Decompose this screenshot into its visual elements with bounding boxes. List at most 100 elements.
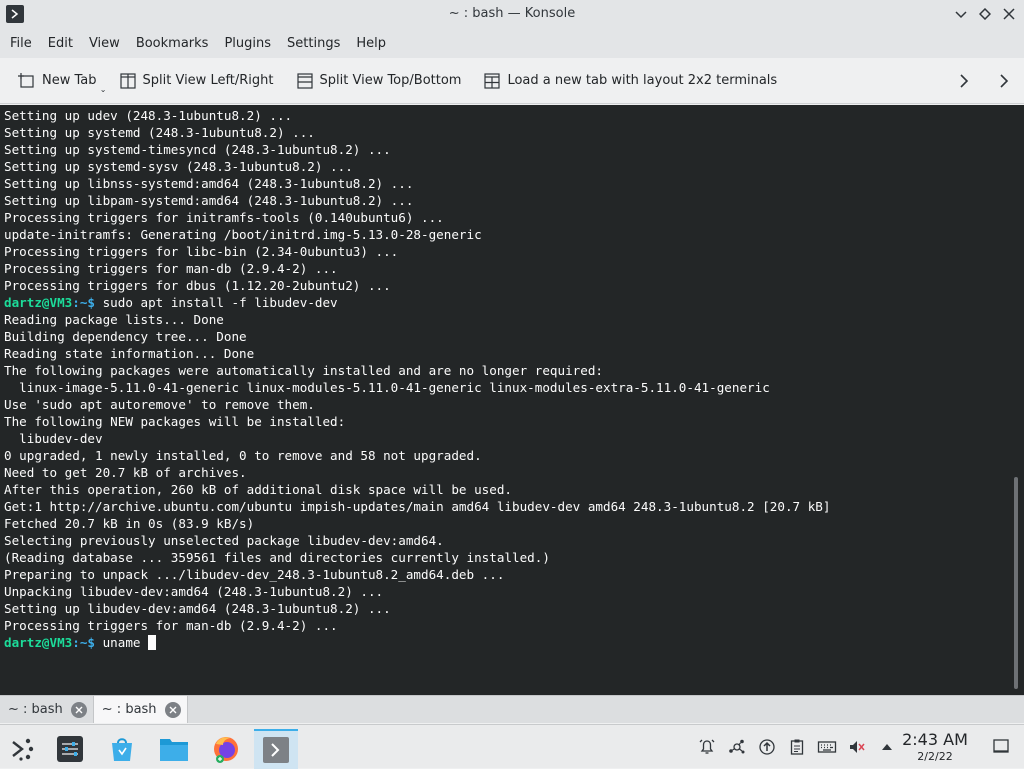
- terminal-line-text: Setting up libpam-systemd:amd64 (248.3-1…: [4, 193, 414, 208]
- chevron-right-icon: [1000, 74, 1009, 88]
- show-desktop-icon: [993, 739, 1009, 753]
- updates-tray[interactable]: [752, 725, 782, 769]
- terminal-line-text: (Reading database ... 359561 files and d…: [4, 550, 550, 565]
- terminal-output-line: (Reading database ... 359561 files and d…: [4, 549, 1008, 566]
- terminal-line-text: Selecting previously unselected package …: [4, 533, 444, 548]
- tab-close-button[interactable]: [164, 701, 181, 718]
- close-icon: [1003, 8, 1015, 20]
- terminal-output-line: Need to get 20.7 kB of archives.: [4, 464, 1008, 481]
- kde-connect-tray[interactable]: [722, 725, 752, 769]
- network-devices-icon: [729, 739, 745, 754]
- layout-2x2-button[interactable]: Load a new tab with layout 2x2 terminals: [479, 66, 781, 96]
- diamond-icon: [979, 8, 991, 20]
- show-desktop-button[interactable]: [992, 737, 1010, 755]
- title-bar[interactable]: ~ : bash — Konsole: [0, 0, 1024, 30]
- chevron-up-icon: [882, 744, 892, 750]
- clipboard-tray[interactable]: [782, 725, 812, 769]
- menu-edit[interactable]: Edit: [40, 30, 81, 58]
- toolbar-overflow-button[interactable]: [944, 58, 984, 104]
- toolbar-more-button[interactable]: [984, 58, 1024, 104]
- menu-file[interactable]: File: [2, 30, 40, 58]
- prompt-symbol: $: [87, 635, 96, 650]
- terminal-line-text: Use 'sudo apt autoremove' to remove them…: [4, 397, 315, 412]
- terminal-line-text: Setting up libnss-systemd:amd64 (248.3-1…: [4, 176, 414, 191]
- tab-close-button[interactable]: [70, 701, 87, 718]
- prompt-user: dartz@VM3: [4, 635, 73, 650]
- terminal-output-line: 0 upgraded, 1 newly installed, 0 to remo…: [4, 447, 1008, 464]
- prompt-symbol: $: [87, 295, 96, 310]
- tab-bar: ~ : bash ~ : bash: [0, 695, 1024, 723]
- menu-view[interactable]: View: [81, 30, 128, 58]
- terminal-line-text: Reading package lists... Done: [4, 312, 224, 327]
- keyboard-layout-tray[interactable]: [812, 725, 842, 769]
- terminal-output-line: Building dependency tree... Done: [4, 328, 1008, 345]
- terminal-line-text: linux-image-5.11.0-41-generic linux-modu…: [4, 380, 770, 395]
- minimize-button[interactable]: [952, 4, 970, 24]
- settings-sliders-icon: [57, 736, 83, 762]
- terminal-command-line: dartz@VM3:~$ uname: [4, 634, 1008, 651]
- discover-store-launcher[interactable]: [100, 729, 144, 769]
- shopping-bag-icon: [112, 738, 132, 761]
- tab-label: ~ : bash: [101, 702, 157, 717]
- menu-settings[interactable]: Settings: [279, 30, 348, 58]
- scrollbar-thumb[interactable]: [1014, 477, 1018, 689]
- terminal-line-text: Processing triggers for man-db (2.9.4-2)…: [4, 618, 338, 633]
- tab-bash-2[interactable]: ~ : bash: [92, 696, 188, 723]
- system-tray: [692, 725, 902, 769]
- toolbar: New Tab ⌄ Split View Left/Right Split Vi…: [0, 58, 1024, 104]
- terminal-output-line: Setting up libpam-systemd:amd64 (248.3-1…: [4, 192, 1008, 209]
- terminal-line-text: Reading state information... Done: [4, 346, 255, 361]
- maximize-button[interactable]: [976, 4, 994, 24]
- taskbar: 2:43 AM 2/2/22: [0, 724, 1024, 769]
- prompt-path: :~: [72, 295, 88, 310]
- split-horizontal-icon: [296, 72, 314, 90]
- terminal-output-line: Setting up systemd-timesyncd (248.3-1ubu…: [4, 141, 1008, 158]
- update-arrow-icon: [759, 739, 775, 755]
- terminal-line-text: Setting up udev (248.3-1ubuntu8.2) ...: [4, 108, 293, 123]
- prompt-user: dartz@VM3: [4, 295, 73, 310]
- chevron-right-icon: [960, 74, 969, 88]
- dropdown-caret-icon[interactable]: ⌄: [100, 85, 107, 94]
- menu-bar: File Edit View Bookmarks Plugins Setting…: [0, 30, 1024, 58]
- terminal-output-line: update-initramfs: Generating /boot/initr…: [4, 226, 1008, 243]
- application-launcher-button[interactable]: [0, 729, 44, 769]
- digital-clock[interactable]: 2:43 AM 2/2/22: [896, 731, 974, 765]
- terminal-line-text: update-initramfs: Generating /boot/initr…: [4, 227, 482, 242]
- menu-bookmarks[interactable]: Bookmarks: [128, 30, 217, 58]
- new-tab-button[interactable]: New Tab ⌄: [14, 66, 107, 96]
- terminal-output-line: The following NEW packages will be insta…: [4, 413, 1008, 430]
- chevron-down-icon: [955, 11, 967, 19]
- menu-plugins[interactable]: Plugins: [216, 30, 279, 58]
- menu-help[interactable]: Help: [348, 30, 394, 58]
- terminal-line-text: The following NEW packages will be insta…: [4, 414, 346, 429]
- konsole-task-button[interactable]: [254, 729, 298, 769]
- file-manager-launcher[interactable]: [152, 729, 196, 769]
- terminal-line-text: Processing triggers for man-db (2.9.4-2)…: [4, 261, 338, 276]
- terminal-line-text: Building dependency tree... Done: [4, 329, 247, 344]
- firefox-launcher[interactable]: [204, 729, 248, 769]
- split-vertical-icon: [119, 72, 137, 90]
- clock-date: 2/2/22: [917, 750, 953, 763]
- terminal-output-line: Unpacking libudev-dev:amd64 (248.3-1ubun…: [4, 583, 1008, 600]
- terminal-view[interactable]: Setting up udev (248.3-1ubuntu8.2) ... Se…: [0, 105, 1024, 695]
- terminal-output-line: Processing triggers for initramfs-tools …: [4, 209, 1008, 226]
- close-icon: [169, 706, 177, 713]
- notifications-tray[interactable]: [692, 725, 722, 769]
- terminal-output-line: Selecting previously unselected package …: [4, 532, 1008, 549]
- alarm-bell-icon: [699, 739, 715, 754]
- volume-tray[interactable]: [842, 725, 872, 769]
- prompt-path: :~: [72, 635, 88, 650]
- split-left-right-button[interactable]: Split View Left/Right: [115, 66, 278, 96]
- terminal-line-text: Preparing to unpack .../libudev-dev_248.…: [4, 567, 505, 582]
- terminal-output-line: Fetched 20.7 kB in 0s (83.9 kB/s): [4, 515, 1008, 532]
- terminal-line-text: 0 upgraded, 1 newly installed, 0 to remo…: [4, 448, 482, 463]
- tab-bash-1[interactable]: ~ : bash: [0, 696, 93, 723]
- terminal-scrollbar[interactable]: [1010, 105, 1024, 695]
- split-top-bottom-button[interactable]: Split View Top/Bottom: [292, 66, 466, 96]
- close-button[interactable]: [1000, 4, 1018, 24]
- terminal-line-text: Processing triggers for libc-bin (2.34-0…: [4, 244, 399, 259]
- terminal-output-line: Preparing to unpack .../libudev-dev_248.…: [4, 566, 1008, 583]
- terminal-line-text: Get:1 http://archive.ubuntu.com/ubuntu i…: [4, 499, 831, 514]
- terminal-output-line: Setting up libudev-dev:amd64 (248.3-1ubu…: [4, 600, 1008, 617]
- system-settings-launcher[interactable]: [48, 729, 92, 769]
